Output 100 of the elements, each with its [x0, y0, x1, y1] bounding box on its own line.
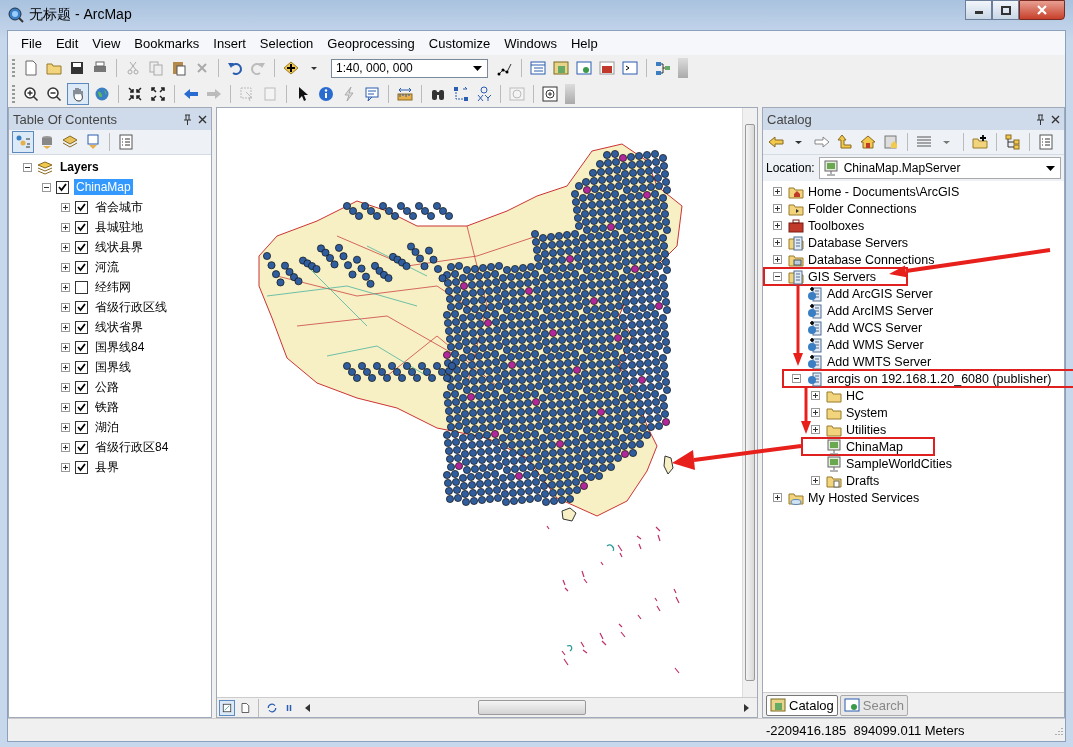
layer-name[interactable]: 国界线84	[93, 337, 147, 357]
toolbox-window-icon[interactable]	[597, 58, 617, 78]
expand-arrows-icon[interactable]	[148, 84, 168, 104]
scroll-left-icon[interactable]	[305, 703, 310, 712]
catalog-item[interactable]: System	[846, 405, 888, 420]
catalog-item[interactable]: Drafts	[846, 473, 880, 488]
catalog-item[interactable]: Database Connections	[808, 252, 935, 267]
expand-toggle-icon[interactable]	[811, 425, 820, 434]
layer-checkbox[interactable]	[75, 300, 88, 314]
scrollbar-thumb[interactable]	[745, 124, 755, 681]
route-icon[interactable]	[451, 84, 471, 104]
zoom-in-icon[interactable]	[21, 84, 41, 104]
menu-item[interactable]: View	[85, 35, 128, 51]
expand-toggle-icon[interactable]	[61, 202, 70, 212]
layer-name[interactable]: Layers	[58, 159, 101, 175]
menu-item[interactable]: Edit	[48, 35, 86, 51]
layer-name[interactable]: 国界线	[93, 357, 133, 377]
expand-toggle-icon[interactable]	[773, 493, 782, 502]
layer-checkbox[interactable]	[75, 360, 88, 374]
expand-toggle-icon[interactable]	[773, 221, 782, 230]
layer-name[interactable]: 公路	[93, 377, 121, 397]
menu-item[interactable]: Selection	[252, 35, 321, 51]
menu-item[interactable]: File	[14, 35, 49, 51]
close-icon[interactable]	[198, 114, 207, 124]
expand-toggle-icon[interactable]	[811, 408, 820, 417]
layer-checkbox[interactable]	[75, 400, 88, 414]
layer-checkbox[interactable]	[75, 420, 88, 434]
layer-name[interactable]: 县界	[93, 457, 121, 477]
expand-toggle-icon[interactable]	[61, 222, 70, 232]
expand-toggle-icon[interactable]	[811, 391, 820, 400]
expand-toggle-icon[interactable]	[61, 242, 70, 252]
expand-toggle-icon[interactable]	[61, 442, 70, 452]
catalog-item[interactable]: My Hosted Services	[808, 490, 920, 505]
layer-name[interactable]: 线状县界	[93, 237, 145, 257]
expand-toggle-icon[interactable]	[42, 182, 51, 192]
scrollbar-thumb[interactable]	[478, 700, 586, 715]
expand-toggle-icon[interactable]	[773, 187, 782, 196]
layer-checkbox[interactable]	[75, 240, 88, 254]
expand-toggle-icon[interactable]	[61, 362, 70, 372]
catalog-item[interactable]: SampleWorldCities	[846, 456, 953, 471]
pin-icon[interactable]	[1036, 113, 1045, 125]
layer-name[interactable]: 经纬网	[93, 277, 133, 297]
layer-name[interactable]: 湖泊	[93, 417, 121, 437]
expand-toggle-icon[interactable]	[61, 262, 70, 272]
layer-checkbox[interactable]	[56, 180, 69, 194]
expand-toggle-icon[interactable]	[61, 422, 70, 432]
layer-name[interactable]: 省会城市	[93, 197, 145, 217]
popup-icon[interactable]	[362, 84, 382, 104]
catalog-item[interactable]: Utilities	[846, 422, 887, 437]
catalog-item[interactable]: HC	[846, 388, 865, 403]
python-window-icon[interactable]	[620, 58, 640, 78]
toolbar-grip[interactable]	[12, 59, 15, 77]
info-icon[interactable]	[316, 84, 336, 104]
expand-toggle-icon[interactable]	[23, 162, 32, 172]
layer-checkbox[interactable]	[75, 380, 88, 394]
layer-checkbox[interactable]	[75, 460, 88, 474]
layer-checkbox[interactable]	[75, 440, 88, 454]
expand-toggle-icon[interactable]	[792, 374, 801, 383]
expand-toggle-icon[interactable]	[773, 272, 782, 281]
catalog-item[interactable]: GIS Servers	[808, 269, 877, 284]
data-view-icon[interactable]	[219, 699, 235, 716]
catalog-item[interactable]: Add ArcGIS Server	[827, 286, 933, 301]
zoom-out-icon[interactable]	[44, 84, 64, 104]
layer-checkbox[interactable]	[75, 260, 88, 274]
list-by-drawing-order-icon[interactable]	[12, 131, 34, 153]
layer-checkbox[interactable]	[75, 280, 88, 294]
close-icon[interactable]	[1051, 114, 1060, 124]
toolbar-grip[interactable]	[12, 85, 15, 103]
new-folder-icon[interactable]	[970, 132, 990, 152]
layer-checkbox[interactable]	[75, 220, 88, 234]
expand-toggle-icon[interactable]	[61, 462, 70, 472]
time-slider-icon[interactable]	[507, 84, 527, 104]
menu-item[interactable]: Windows	[497, 35, 564, 51]
expand-toggle-icon[interactable]	[773, 238, 782, 247]
hand-icon[interactable]	[67, 83, 89, 105]
expand-toggle-icon[interactable]	[811, 476, 820, 485]
layout-view-icon[interactable]	[238, 700, 252, 715]
maximize-button[interactable]	[992, 0, 1019, 20]
catalog-item[interactable]: Folder Connections	[808, 201, 917, 216]
layer-name[interactable]: 省级行政区84	[93, 437, 171, 457]
menu-item[interactable]: Bookmarks	[127, 35, 207, 51]
expand-toggle-icon[interactable]	[61, 382, 70, 392]
vertical-scrollbar[interactable]	[742, 108, 757, 697]
minimize-button[interactable]	[965, 0, 992, 20]
magnifier-window-icon[interactable]	[540, 84, 560, 104]
scroll-right-icon[interactable]	[744, 703, 749, 712]
catalog-item[interactable]: Add WCS Server	[827, 320, 923, 335]
menu-item[interactable]: Geoprocessing	[320, 35, 422, 51]
expand-toggle-icon[interactable]	[61, 342, 70, 352]
layer-checkbox[interactable]	[75, 200, 88, 214]
up-arrow-icon[interactable]	[835, 132, 855, 152]
panel-tab[interactable]: Catalog	[766, 694, 838, 716]
layer-name[interactable]: 铁路	[93, 397, 121, 417]
catalog-item[interactable]: arcgis on 192.168.1.20_6080 (publisher)	[827, 371, 1052, 386]
catalog-item[interactable]: ChinaMap	[846, 439, 903, 454]
catalog-item[interactable]: Add WMS Server	[827, 337, 924, 352]
layer-name[interactable]: 河流	[93, 257, 121, 277]
expand-toggle-icon[interactable]	[61, 302, 70, 312]
layer-name[interactable]: 县城驻地	[93, 217, 145, 237]
close-button[interactable]	[1019, 0, 1065, 20]
